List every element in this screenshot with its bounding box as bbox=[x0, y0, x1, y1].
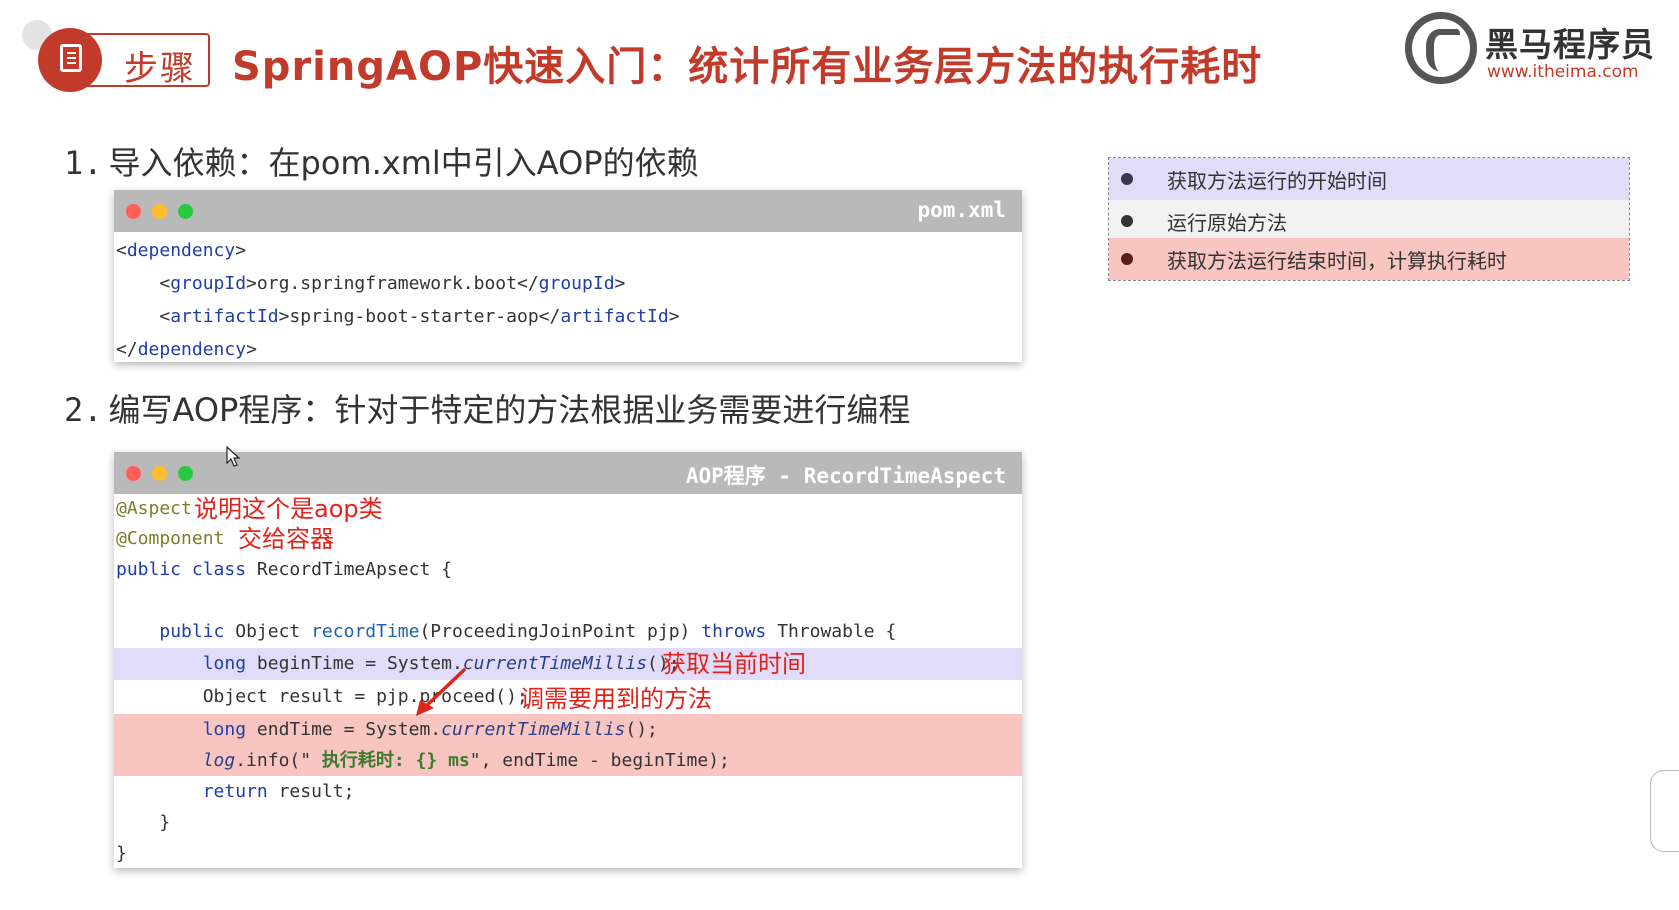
annotation-note: 获取当前时间 bbox=[662, 650, 806, 678]
code-line: <groupId>org.springframework.boot</group… bbox=[116, 273, 626, 294]
maximize-dot-icon bbox=[178, 466, 193, 481]
brand-logo: 黑马程序员 www.itheima.com bbox=[1405, 12, 1655, 88]
code-line-proceed: Object result = pjp.proceed(); 调需要用到的方法 bbox=[202, 685, 712, 713]
annotation-note: 说明这个是aop类 bbox=[194, 495, 383, 523]
code-line-begin-time: long beginTime = System.currentTimeMilli… bbox=[114, 648, 1022, 680]
code-line-close-method: } bbox=[159, 812, 171, 833]
window-title: pom.xml bbox=[917, 198, 1006, 222]
bullet-icon bbox=[1121, 253, 1133, 265]
code-line-aspect: @Aspect 说明这个是aop类 bbox=[116, 495, 383, 523]
step-label: 步骤 bbox=[124, 49, 196, 89]
brand-url: www.itheima.com bbox=[1487, 62, 1639, 82]
annotation-note: 交给容器 bbox=[238, 525, 334, 553]
section-heading-1: 1. 导入依赖：在pom.xml中引入AOP的依赖 bbox=[64, 138, 699, 184]
annotation-note: 调需要用到的方法 bbox=[520, 685, 712, 713]
maximize-dot-icon bbox=[178, 204, 193, 219]
close-dot-icon bbox=[126, 204, 141, 219]
minimize-dot-icon bbox=[152, 466, 167, 481]
legend-item-end-time: 获取方法运行结束时间，计算执行耗时 bbox=[1109, 238, 1629, 280]
step-legend: 获取方法运行的开始时间 运行原始方法 获取方法运行结束时间，计算执行耗时 bbox=[1108, 157, 1630, 281]
code-line-component: @Component 交给容器 bbox=[116, 525, 334, 553]
side-panel-handle[interactable] bbox=[1650, 770, 1679, 852]
document-icon bbox=[38, 28, 102, 92]
window-title: AOP程序 - RecordTimeAspect bbox=[685, 464, 1006, 488]
code-line: <dependency> bbox=[116, 240, 247, 261]
code-line-method: public Object recordTime(ProceedingJoinP… bbox=[159, 621, 897, 642]
legend-label: 运行原始方法 bbox=[1167, 211, 1287, 235]
code-line: <artifactId>spring-boot-starter-aop</art… bbox=[116, 306, 680, 327]
horse-logo-icon bbox=[1405, 12, 1477, 84]
section-text: 编写AOP程序：针对于特定的方法根据业务需要进行编程 bbox=[108, 391, 911, 429]
legend-item-proceed: 运行原始方法 bbox=[1109, 200, 1629, 238]
code-line: </dependency> bbox=[116, 339, 257, 360]
section-number: 2. bbox=[64, 391, 103, 429]
legend-label: 获取方法运行的开始时间 bbox=[1167, 169, 1387, 193]
mouse-cursor-icon bbox=[226, 446, 241, 467]
brand-name: 黑马程序员 bbox=[1485, 25, 1655, 64]
minimize-dot-icon bbox=[152, 204, 167, 219]
bullet-icon bbox=[1121, 173, 1133, 185]
legend-item-start-time: 获取方法运行的开始时间 bbox=[1109, 158, 1629, 200]
step-badge: 步骤 bbox=[38, 28, 212, 92]
close-dot-icon bbox=[126, 466, 141, 481]
legend-label: 获取方法运行结束时间，计算执行耗时 bbox=[1167, 249, 1507, 273]
code-line-log: log.info(" 执行耗时: {} ms", endTime - begin… bbox=[114, 745, 1022, 776]
page-title: SpringAOP快速入门：统计所有业务层方法的执行耗时 bbox=[232, 44, 1263, 90]
section-heading-2: 2. 编写AOP程序：针对于特定的方法根据业务需要进行编程 bbox=[64, 385, 910, 431]
section-text: 导入依赖：在pom.xml中引入AOP的依赖 bbox=[108, 144, 699, 182]
code-line-return: return result; bbox=[202, 781, 355, 802]
code-line-close-class: } bbox=[116, 843, 127, 864]
aop-code-window: AOP程序 - RecordTimeAspect @Aspect 说明这个是aop… bbox=[114, 452, 1022, 868]
pom-code-window: pom.xml <dependency> <groupId>org.spring… bbox=[114, 190, 1022, 362]
red-arrow-icon bbox=[416, 668, 466, 716]
code-line-end-time: long endTime = System.currentTimeMillis(… bbox=[114, 714, 1022, 745]
section-number: 1. bbox=[64, 144, 103, 182]
bullet-icon bbox=[1121, 215, 1133, 227]
window-titlebar: AOP程序 - RecordTimeAspect bbox=[114, 452, 1022, 494]
code-line-class: public class RecordTimeApsect { bbox=[116, 559, 452, 580]
window-titlebar: pom.xml bbox=[114, 190, 1022, 232]
